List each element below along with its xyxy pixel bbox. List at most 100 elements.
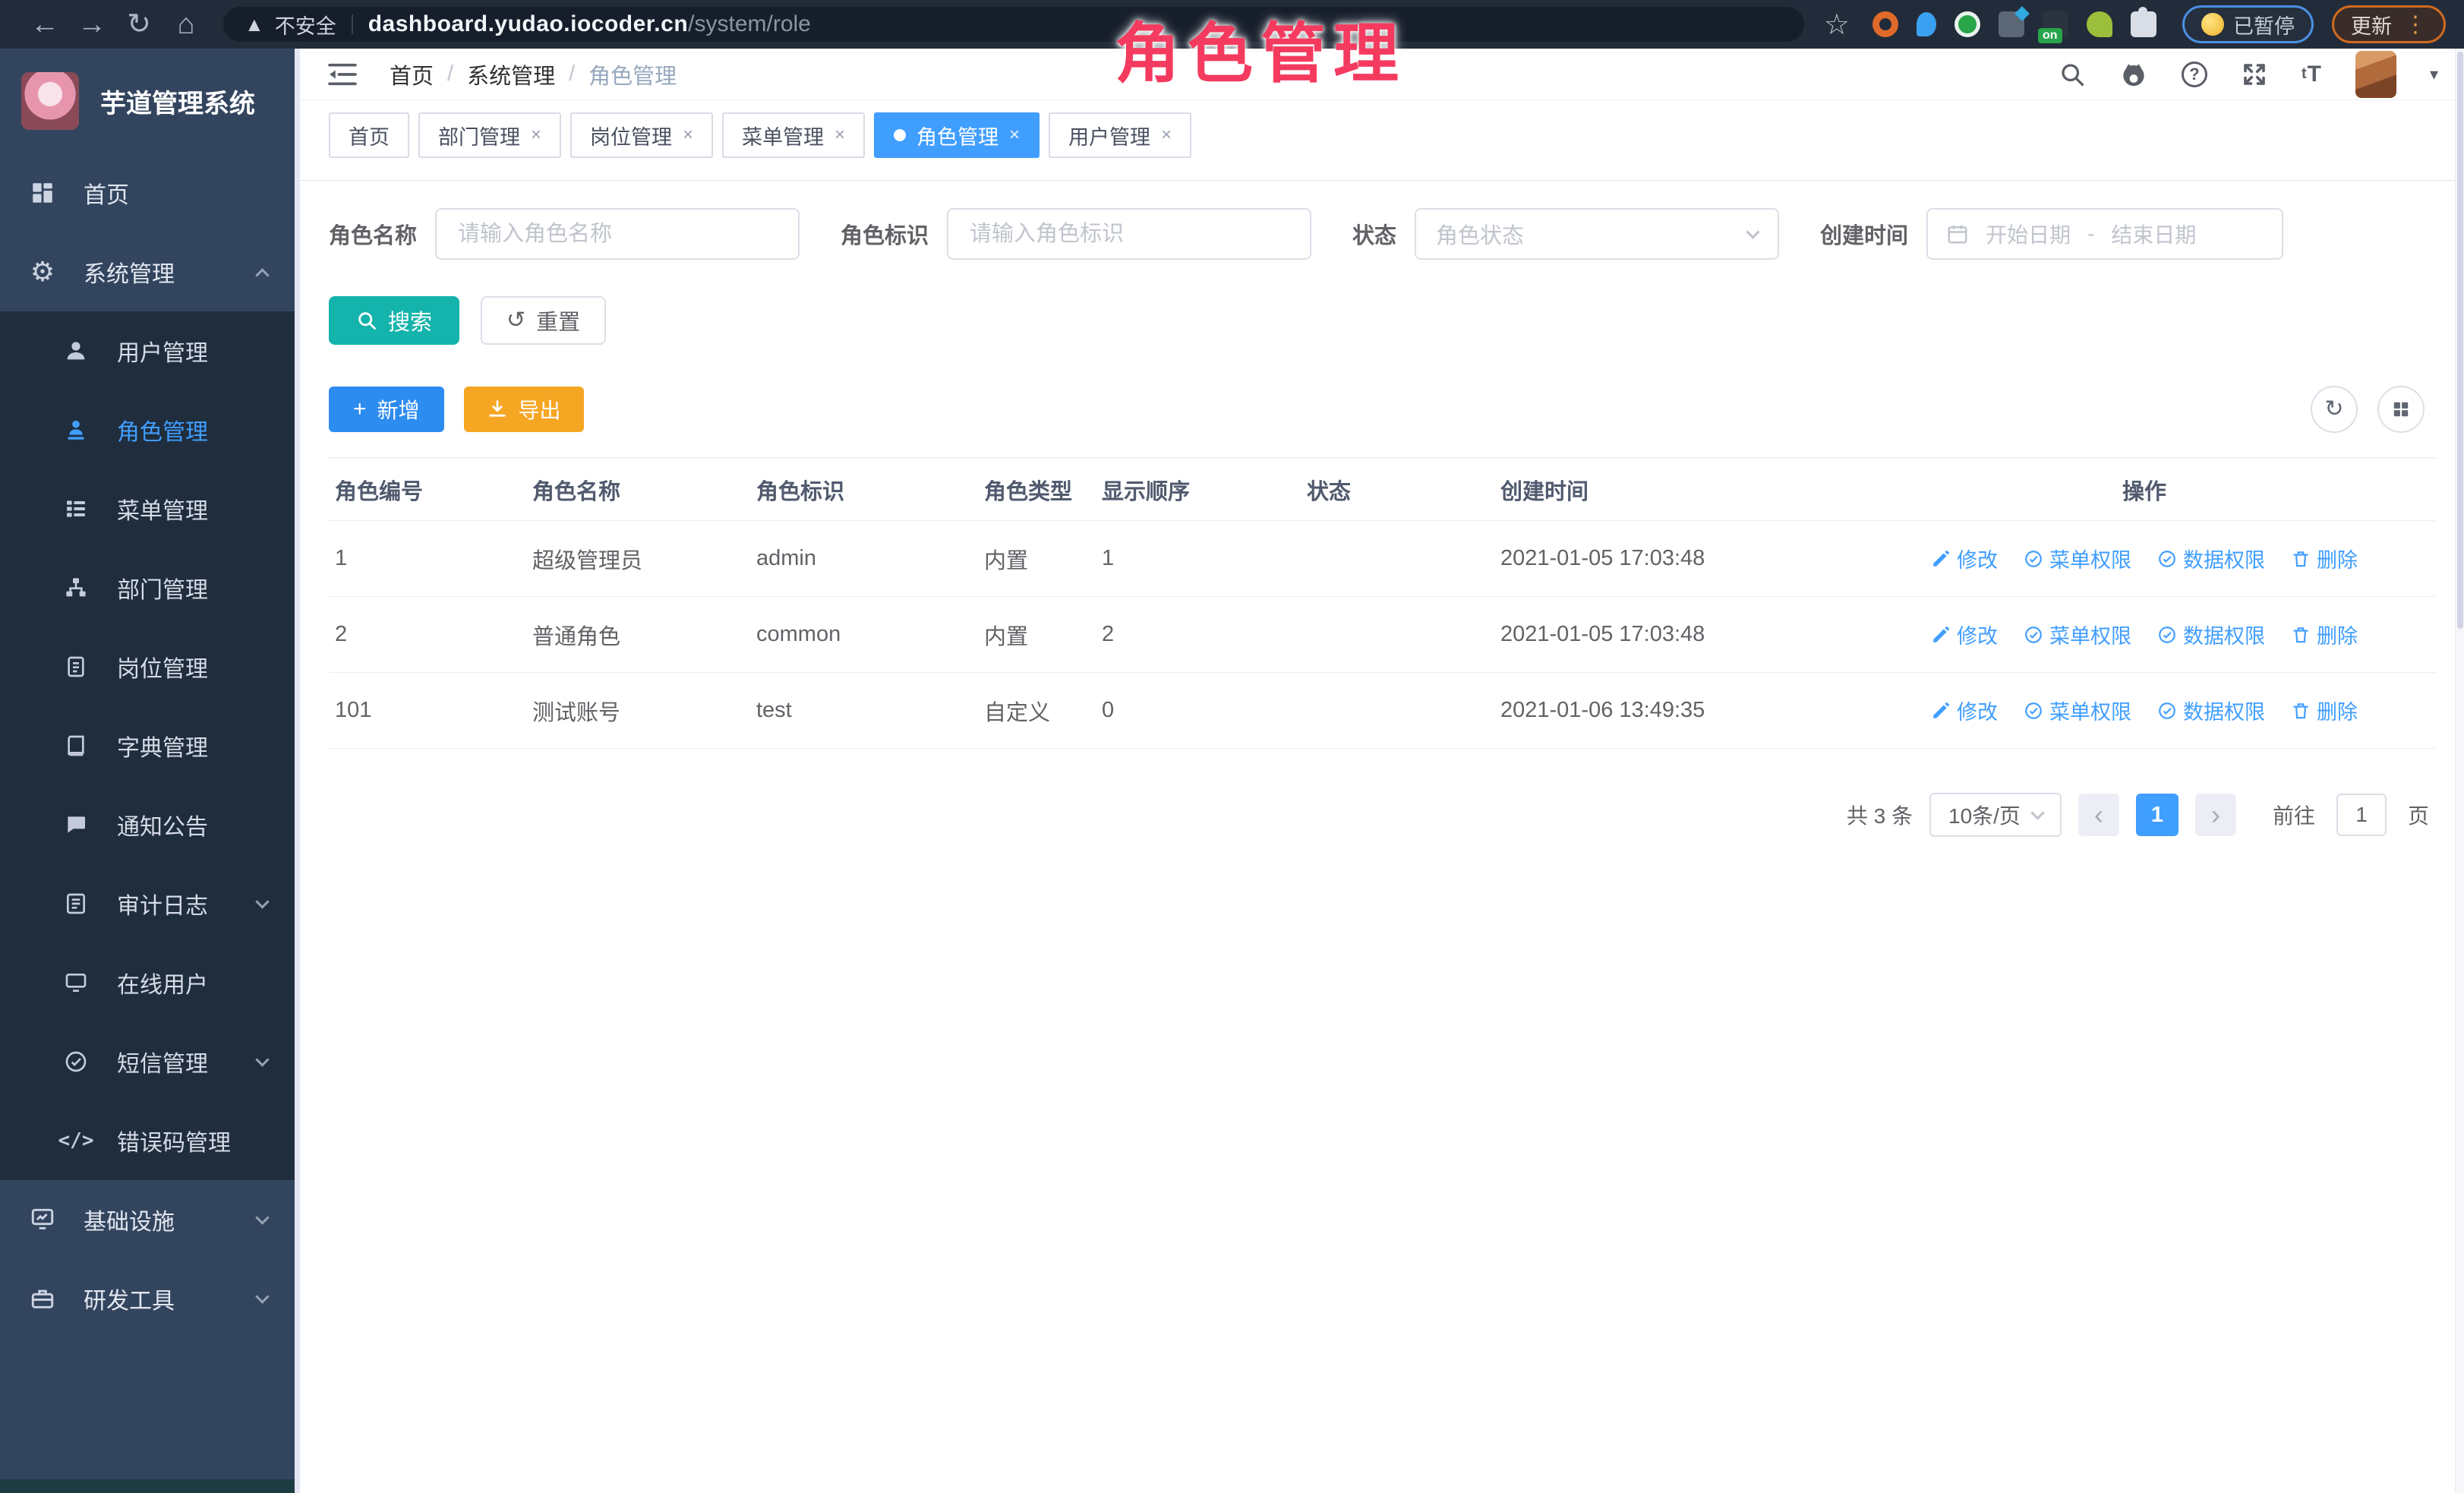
sidebar-item-dev-tools[interactable]: 研发工具 (0, 1259, 295, 1338)
font-size-icon[interactable]: tT (2302, 62, 2322, 87)
extension-icon-green[interactable] (1954, 11, 1980, 37)
scrollbar-thumb[interactable] (2457, 52, 2463, 629)
refresh-table-button[interactable]: ↻ (2311, 386, 2358, 433)
security-warning-icon[interactable]: ▲ (245, 13, 264, 36)
prev-page-button[interactable]: ‹ (2078, 794, 2119, 836)
extension-icon-gray[interactable] (1999, 11, 2024, 37)
delete-link[interactable]: 删除 (2291, 620, 2358, 649)
extension-icon-switch[interactable]: on (2043, 11, 2068, 37)
sidebar-item-notice[interactable]: 通知公告 (0, 785, 295, 864)
tab-user[interactable]: 用户管理 × (1049, 112, 1191, 158)
goto-page-input[interactable] (2336, 794, 2387, 836)
cell-role-id: 101 (329, 698, 526, 723)
fullscreen-icon[interactable] (2241, 61, 2268, 88)
help-icon[interactable]: ? (2182, 62, 2207, 87)
tab-post[interactable]: 岗位管理 × (570, 112, 713, 158)
breadcrumb-system[interactable]: 系统管理 (467, 58, 555, 90)
delete-link[interactable]: 删除 (2291, 544, 2358, 573)
extensions-puzzle-icon[interactable] (2131, 11, 2156, 37)
edit-link[interactable]: 修改 (1931, 544, 1998, 573)
data-permission-link[interactable]: 数据权限 (2157, 544, 2265, 573)
sidebar-item-system[interactable]: ⚙ 系统管理 (0, 232, 295, 311)
date-range-picker[interactable]: 开始日期 - 结束日期 (1926, 208, 2283, 260)
breadcrumb-home[interactable]: 首页 (390, 58, 434, 90)
tab-label: 角色管理 (917, 121, 999, 150)
next-page-button[interactable]: › (2195, 794, 2236, 836)
tab-close-icon[interactable]: × (834, 125, 845, 146)
sidebar-item-label: 在线用户 (117, 966, 208, 999)
extension-icon-blue[interactable] (1917, 12, 1936, 36)
edit-link[interactable]: 修改 (1931, 696, 1998, 725)
sidebar-item-online-users[interactable]: 在线用户 (0, 943, 295, 1022)
cell-actions: 修改 菜单权限 数据权限 删除 (1847, 696, 2435, 725)
sidebar-item-label: 短信管理 (117, 1045, 208, 1078)
search-button[interactable]: 搜索 (329, 296, 459, 345)
extension-icon-lime[interactable] (2087, 11, 2112, 37)
data-permission-link[interactable]: 数据权限 (2157, 620, 2265, 649)
menu-permission-link[interactable]: 菜单权限 (2024, 544, 2131, 573)
role-name-input[interactable] (435, 208, 800, 260)
update-chip[interactable]: 更新 ⋮ (2332, 5, 2446, 43)
edit-label: 修改 (1957, 696, 1998, 725)
column-header: 角色名称 (526, 474, 750, 506)
current-page-button[interactable]: 1 (2136, 794, 2178, 836)
tab-close-icon[interactable]: × (1161, 125, 1172, 146)
reset-button[interactable]: ↺ 重置 (481, 296, 606, 345)
tab-close-icon[interactable]: × (531, 125, 541, 146)
tab-close-icon[interactable]: × (1009, 125, 1020, 146)
sidebar-item-infrastructure[interactable]: 基础设施 (0, 1180, 295, 1259)
sidebar-item-label: 审计日志 (117, 887, 208, 920)
sidebar-item-dict[interactable]: 字典管理 (0, 706, 295, 785)
log-document-icon (61, 892, 91, 916)
back-icon[interactable]: ← (21, 0, 68, 49)
delete-link[interactable]: 删除 (2291, 696, 2358, 725)
logo-row[interactable]: 芋道管理系统 (0, 49, 295, 153)
add-button[interactable]: + 新增 (329, 387, 444, 432)
sidebar-item-menus[interactable]: 菜单管理 (0, 469, 295, 548)
menu-permission-link[interactable]: 菜单权限 (2024, 696, 2131, 725)
filter-role-key: 角色标识 (841, 208, 1311, 260)
tab-role[interactable]: 角色管理 × (874, 112, 1040, 158)
menu-permission-link[interactable]: 菜单权限 (2024, 620, 2131, 649)
tab-home[interactable]: 首页 (329, 112, 409, 158)
avatar[interactable] (2355, 51, 2396, 98)
sidebar-item-depts[interactable]: 部门管理 (0, 548, 295, 627)
tab-menu[interactable]: 菜单管理 × (722, 112, 865, 158)
edit-link[interactable]: 修改 (1931, 620, 1998, 649)
page-size-select[interactable]: 10条/页 (1929, 793, 2062, 837)
tab-close-icon[interactable]: × (683, 125, 693, 146)
sidebar-fold-icon[interactable] (327, 62, 358, 87)
export-button[interactable]: 导出 (464, 387, 584, 432)
column-header: 状态 (1301, 474, 1494, 506)
bookmark-star-icon[interactable]: ☆ (1824, 8, 1850, 42)
filter-create-time: 创建时间 开始日期 - 结束日期 (1820, 208, 2283, 260)
role-key-input[interactable] (947, 208, 1311, 260)
reload-icon[interactable]: ↻ (115, 0, 162, 49)
sidebar-item-roles[interactable]: 角色管理 (0, 390, 295, 469)
sidebar-item-posts[interactable]: 岗位管理 (0, 627, 295, 706)
address-bar[interactable]: ▲ 不安全 dashboard.yudao.iocoder.cn/system/… (223, 7, 1804, 42)
sidebar-scrollbar[interactable] (295, 49, 300, 1493)
sidebar-item-users[interactable]: 用户管理 (0, 311, 295, 390)
data-permission-link[interactable]: 数据权限 (2157, 696, 2265, 725)
status-select[interactable]: 角色状态 (1415, 208, 1779, 260)
cell-created: 2021-01-05 17:03:48 (1494, 622, 1847, 647)
page-scrollbar[interactable] (2455, 49, 2464, 1493)
forward-icon[interactable]: → (68, 0, 115, 49)
github-icon[interactable] (2119, 60, 2148, 89)
sidebar-item-sms[interactable]: 短信管理 (0, 1022, 295, 1101)
column-settings-button[interactable] (2377, 386, 2425, 433)
sidebar-item-error-codes[interactable]: </> 错误码管理 (0, 1101, 295, 1180)
column-header: 角色标识 (750, 474, 978, 506)
column-header: 操作 (1847, 474, 2435, 506)
home-icon[interactable]: ⌂ (162, 0, 210, 49)
sidebar-item-home[interactable]: 首页 (0, 153, 295, 232)
tab-dept[interactable]: 部门管理 × (418, 112, 561, 158)
search-icon[interactable] (2059, 61, 2086, 88)
sidebar-item-audit-log[interactable]: 审计日志 (0, 864, 295, 943)
page-unit-label: 页 (2408, 800, 2429, 830)
extension-icon-orange[interactable] (1872, 11, 1898, 37)
profile-paused-chip[interactable]: 已暂停 (2182, 5, 2314, 43)
avatar-caret-icon[interactable]: ▾ (2430, 65, 2438, 84)
chrome-menu-icon[interactable]: ⋮ (2404, 11, 2427, 38)
